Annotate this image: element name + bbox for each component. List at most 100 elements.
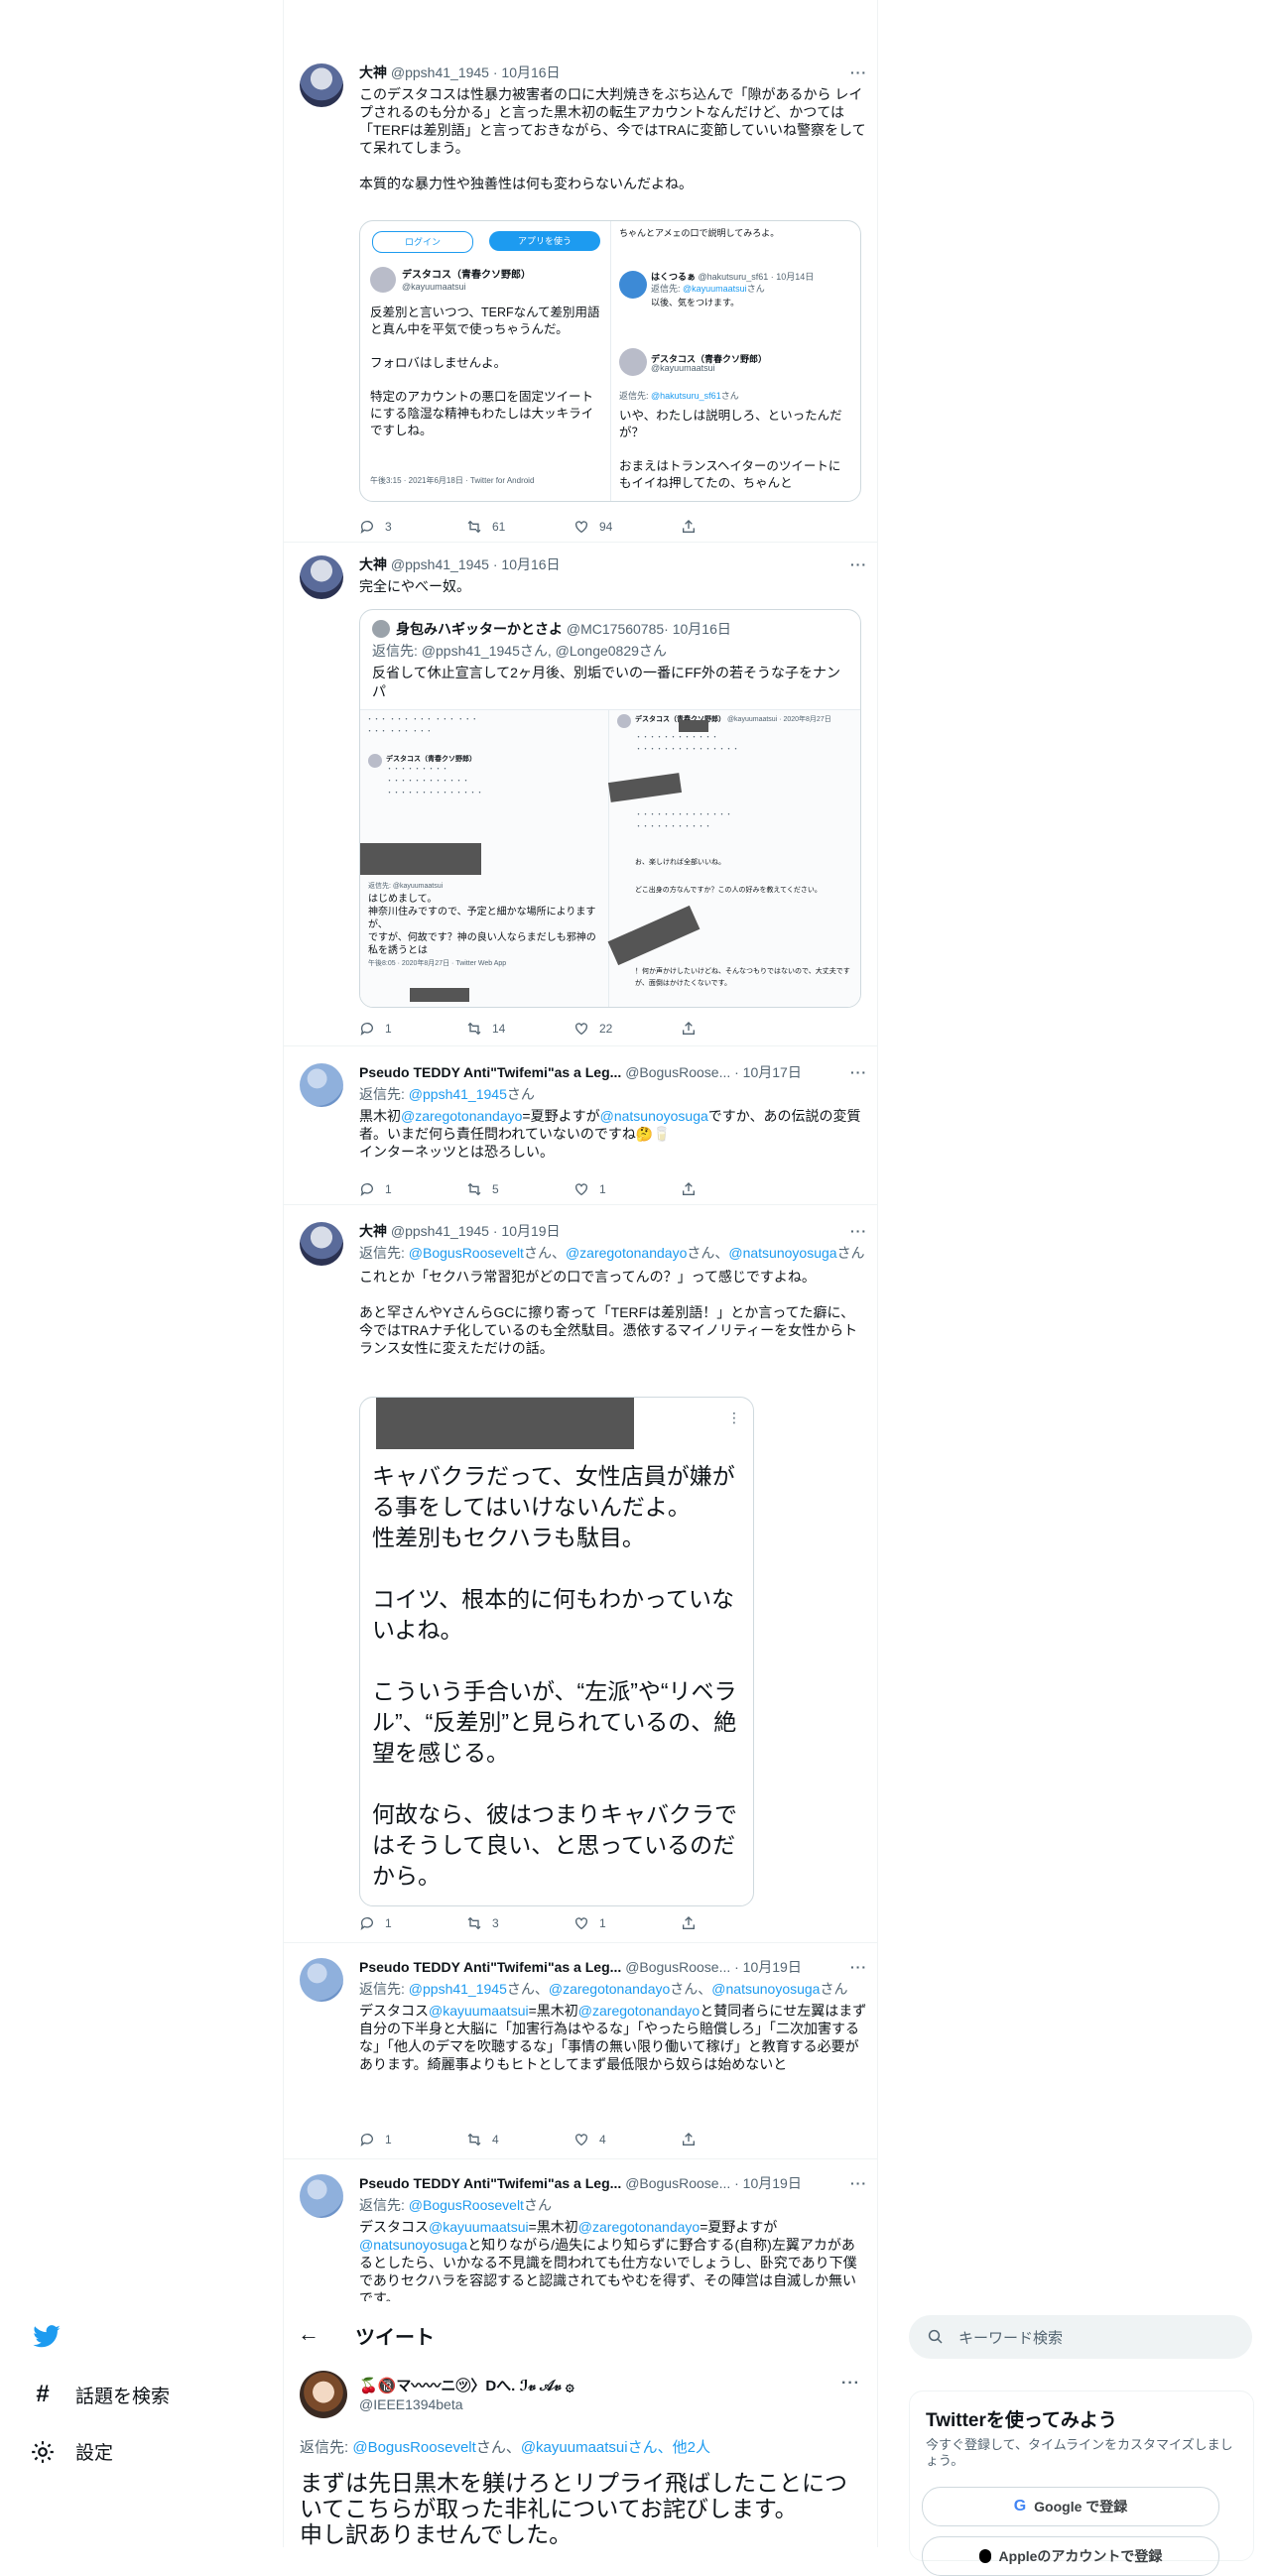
avatar[interactable] [300,555,343,599]
retweet-button[interactable]: 14 [466,1020,573,1038]
author-name[interactable]: 大神 [359,64,387,80]
mention[interactable]: @BogusRoosevelt [352,2439,475,2456]
more-icon[interactable]: ··· [850,1958,867,1976]
tweet-5[interactable]: Pseudo TEDDY Anti"Twifemi"as a Leg... @B… [284,1956,877,2154]
attached-image[interactable]: ログイン アプリを使う デスタコス（青春クソ野郎） @kayuumaatsui … [359,220,861,502]
mention[interactable]: @kayuumaatsui [429,2219,529,2235]
mention[interactable]: @BogusRoosevelt [409,1245,524,1261]
heart-icon [575,1917,587,1930]
author-name[interactable]: 大神 [359,556,387,572]
reply-count: 1 [385,2133,392,2147]
share-button[interactable] [681,1914,788,1932]
author-handle[interactable]: @ppsh41_1945 [391,64,489,80]
author-handle[interactable]: @BogusRoose... [625,1064,730,1080]
reply-button[interactable]: 1 [359,1914,466,1932]
more-icon[interactable]: ··· [850,1063,867,1081]
nav-explore[interactable]: # 話題を検索 [30,2381,170,2408]
mention[interactable]: @zaregotonandayo [578,2219,700,2235]
share-button[interactable] [681,2131,788,2148]
tweet-2[interactable]: 大神 @ppsh41_1945 · 10月16日 ··· 完全にやべー奴。 身包… [284,555,877,1051]
retweet-button[interactable]: 5 [466,1180,573,1198]
mention[interactable]: @zaregotonandayo [578,2003,700,2019]
redaction [360,843,481,875]
share-button[interactable] [681,1020,788,1038]
author-handle[interactable]: @BogusRoose... [625,2175,730,2191]
author-handle[interactable]: @ppsh41_1945 [391,556,489,572]
more-icon[interactable]: ··· [850,1222,867,1240]
avatar[interactable] [300,2371,347,2418]
share-button[interactable] [681,518,788,536]
retweet-count: 14 [492,1022,506,1036]
tweet-6[interactable]: Pseudo TEDDY Anti"Twifemi"as a Leg... @B… [284,2172,877,2301]
author-name[interactable]: Pseudo TEDDY Anti"Twifemi"as a Leg... [359,1064,621,1080]
avatar[interactable] [300,1222,343,1266]
mention[interactable]: @natsunoyosuga [600,1108,708,1124]
reply-prefix: 返信先: [651,284,684,294]
mention[interactable]: @BogusRoosevelt [409,2197,524,2213]
twitter-logo-icon[interactable] [32,2321,62,2351]
mention[interactable]: @kayuumaatsui [429,2003,529,2019]
avatar[interactable] [300,2174,343,2218]
reply-button[interactable]: 1 [359,1180,466,1198]
share-button[interactable] [681,1180,788,1198]
tweet-4[interactable]: 大神 @ppsh41_1945 · 10月19日 ··· 返信先: @Bogus… [284,1220,877,1934]
mention[interactable]: @kayuumaatsui [521,2439,628,2456]
reply-suffix: さん [506,1086,535,1102]
avatar[interactable] [300,63,343,107]
author-handle[interactable]: @ppsh41_1945 [391,1223,489,1239]
mention[interactable]: @natsunoyosuga [359,2237,467,2253]
user-handle[interactable]: @IEEE1394beta [359,2396,463,2412]
reply-button[interactable]: 3 [359,518,466,536]
more-icon[interactable]: ··· [841,2375,860,2392]
like-button[interactable]: 4 [573,2131,681,2148]
more-icon[interactable]: ··· [850,63,867,81]
search-input[interactable]: キーワード検索 [909,2315,1252,2359]
tweet-3[interactable]: Pseudo TEDDY Anti"Twifemi"as a Leg... @B… [284,1061,877,1200]
retweet-button[interactable]: 61 [466,518,573,536]
apple-signup-button[interactable]: Appleのアカウントで登録 [922,2536,1219,2576]
retweet-count: 3 [492,1916,499,1930]
embed-reply-handle: @hakutsuru_sf61 · 10月14日 [698,272,815,282]
tweet-date[interactable]: · 10月16日 [493,64,561,80]
avatar[interactable] [300,1063,343,1107]
mention[interactable]: @zaregotonandayo [401,1108,522,1124]
search-icon [928,2329,943,2344]
like-button[interactable]: 1 [573,1914,681,1932]
more-icon[interactable]: ··· [850,555,867,573]
nav-settings[interactable]: 設定 [30,2438,113,2465]
author-name[interactable]: 大神 [359,1223,387,1239]
tweet-date[interactable]: · 10月16日 [493,556,561,572]
tweet-date[interactable]: · 10月19日 [734,2175,802,2191]
back-button[interactable]: ← [298,2321,319,2347]
tweet-1[interactable]: 大神 @ppsh41_1945 · 10月16日 ··· このデスタコスは性暴力… [284,61,877,538]
author-handle[interactable]: @BogusRoose... [625,1959,730,1975]
tweet-date[interactable]: · 10月19日 [493,1223,561,1239]
nav-settings-label: 設定 [75,2443,114,2464]
tweet-date[interactable]: · 10月19日 [734,1959,802,1975]
reply-others[interactable]: さん、他2人 [628,2439,710,2456]
mention[interactable]: @natsunoyosuga [728,1245,836,1261]
more-icon[interactable]: ··· [850,2174,867,2192]
reply-button[interactable]: 1 [359,1020,466,1038]
attached-image[interactable]: ⋮ キャバクラだって、女性店員が嫌がる事をしてはいけないんだよ。 性差別もセクハ… [359,1397,754,1906]
reply-context: 返信先: @BogusRooseveltさん、@kayuumaatsuiさん、他… [300,2436,710,2457]
quoted-tweet[interactable]: 身包みハギッターかとさよ @MC17560785· 10月16日 返信先: @p… [359,609,861,1008]
retweet-button[interactable]: 4 [466,2131,573,2148]
like-button[interactable]: 1 [573,1180,681,1198]
google-signup-button[interactable]: G Google で登録 [922,2487,1219,2526]
mention[interactable]: @zaregotonandayo [566,1245,687,1261]
mention[interactable]: @ppsh41_1945 [409,1086,507,1102]
like-button[interactable]: 94 [573,518,681,536]
tweet-date[interactable]: · 10月17日 [734,1064,802,1080]
mention[interactable]: @natsunoyosuga [711,1981,820,1997]
mention[interactable]: @zaregotonandayo [549,1981,670,1997]
retweet-button[interactable]: 3 [466,1914,573,1932]
mention[interactable]: @ppsh41_1945 [409,1981,507,1997]
like-button[interactable]: 22 [573,1020,681,1038]
avatar[interactable] [300,1958,343,2002]
author-name[interactable]: Pseudo TEDDY Anti"Twifemi"as a Leg... [359,2175,621,2191]
reply-button[interactable]: 1 [359,2131,466,2148]
user-name[interactable]: 🍒🔞マ〰〰ニ㋡〉Dへ. ℐ𝓋 𝒜𝓋 ۞ [359,2375,574,2395]
tweet-text: デスタコス@kayuumaatsui=黒木初@zaregotonandayo=夏… [359,2218,867,2301]
author-name[interactable]: Pseudo TEDDY Anti"Twifemi"as a Leg... [359,1959,621,1975]
